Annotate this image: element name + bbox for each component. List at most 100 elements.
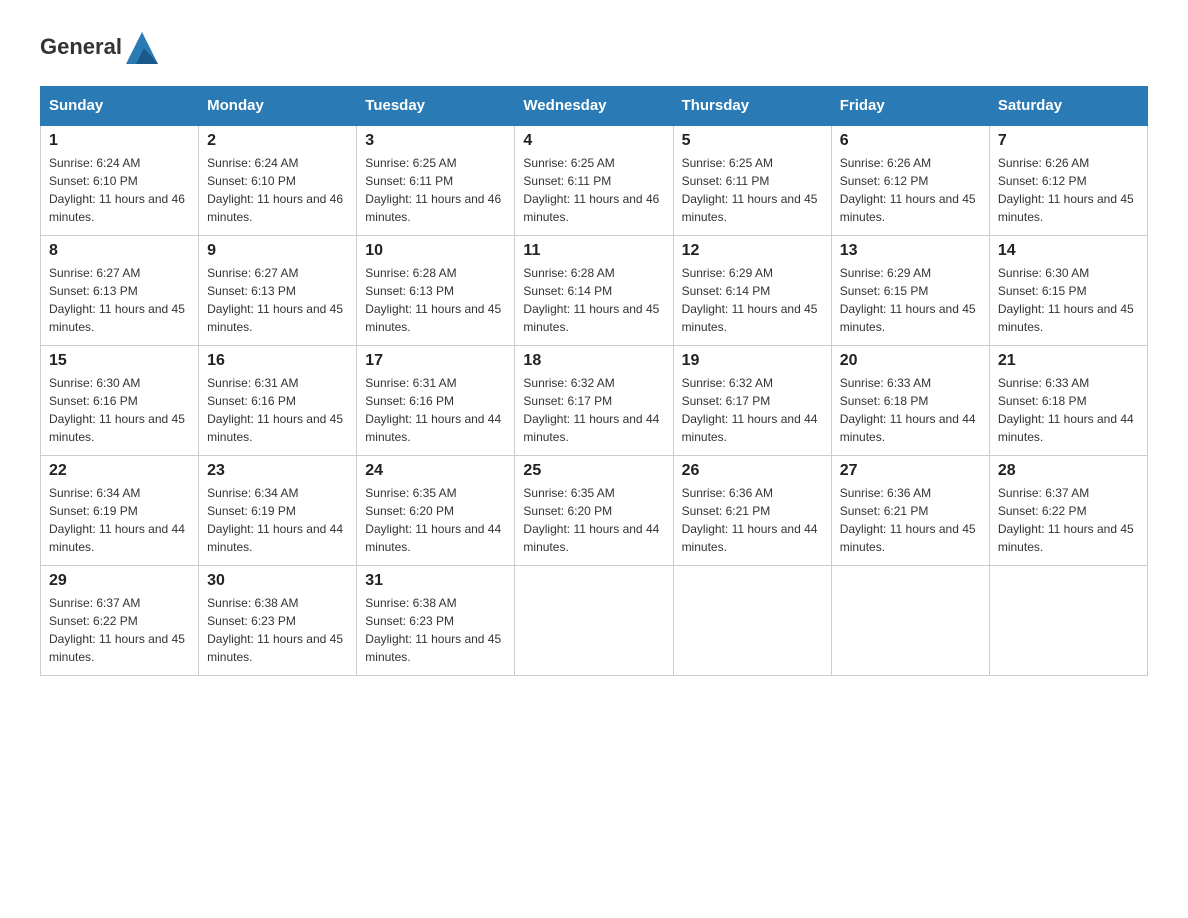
header-tuesday: Tuesday <box>357 87 515 126</box>
day-number: 2 <box>207 132 348 150</box>
calendar-cell: 3 Sunrise: 6:25 AM Sunset: 6:11 PM Dayli… <box>357 125 515 235</box>
day-number: 15 <box>49 352 190 370</box>
calendar-cell: 18 Sunrise: 6:32 AM Sunset: 6:17 PM Dayl… <box>515 345 673 455</box>
calendar-cell: 23 Sunrise: 6:34 AM Sunset: 6:19 PM Dayl… <box>199 455 357 565</box>
day-info: Sunrise: 6:31 AM Sunset: 6:16 PM Dayligh… <box>365 374 506 446</box>
day-info: Sunrise: 6:31 AM Sunset: 6:16 PM Dayligh… <box>207 374 348 446</box>
day-number: 1 <box>49 132 190 150</box>
day-number: 28 <box>998 462 1139 480</box>
day-number: 31 <box>365 572 506 590</box>
day-number: 17 <box>365 352 506 370</box>
day-info: Sunrise: 6:26 AM Sunset: 6:12 PM Dayligh… <box>840 154 981 226</box>
day-number: 20 <box>840 352 981 370</box>
logo-icon <box>124 30 160 66</box>
logo: General <box>40 30 160 66</box>
calendar-cell: 24 Sunrise: 6:35 AM Sunset: 6:20 PM Dayl… <box>357 455 515 565</box>
calendar-cell: 28 Sunrise: 6:37 AM Sunset: 6:22 PM Dayl… <box>989 455 1147 565</box>
calendar-cell: 26 Sunrise: 6:36 AM Sunset: 6:21 PM Dayl… <box>673 455 831 565</box>
day-info: Sunrise: 6:27 AM Sunset: 6:13 PM Dayligh… <box>49 264 190 336</box>
day-info: Sunrise: 6:37 AM Sunset: 6:22 PM Dayligh… <box>49 594 190 666</box>
day-number: 19 <box>682 352 823 370</box>
day-number: 11 <box>523 242 664 260</box>
calendar-header-row: SundayMondayTuesdayWednesdayThursdayFrid… <box>41 87 1148 126</box>
calendar-cell: 19 Sunrise: 6:32 AM Sunset: 6:17 PM Dayl… <box>673 345 831 455</box>
day-info: Sunrise: 6:37 AM Sunset: 6:22 PM Dayligh… <box>998 484 1139 556</box>
calendar-cell <box>831 565 989 675</box>
header-thursday: Thursday <box>673 87 831 126</box>
day-number: 3 <box>365 132 506 150</box>
day-number: 10 <box>365 242 506 260</box>
calendar-cell: 20 Sunrise: 6:33 AM Sunset: 6:18 PM Dayl… <box>831 345 989 455</box>
header-friday: Friday <box>831 87 989 126</box>
day-info: Sunrise: 6:25 AM Sunset: 6:11 PM Dayligh… <box>682 154 823 226</box>
calendar-cell: 29 Sunrise: 6:37 AM Sunset: 6:22 PM Dayl… <box>41 565 199 675</box>
day-number: 29 <box>49 572 190 590</box>
day-info: Sunrise: 6:34 AM Sunset: 6:19 PM Dayligh… <box>207 484 348 556</box>
day-number: 12 <box>682 242 823 260</box>
calendar-cell: 10 Sunrise: 6:28 AM Sunset: 6:13 PM Dayl… <box>357 235 515 345</box>
day-number: 14 <box>998 242 1139 260</box>
day-info: Sunrise: 6:38 AM Sunset: 6:23 PM Dayligh… <box>207 594 348 666</box>
calendar-cell: 4 Sunrise: 6:25 AM Sunset: 6:11 PM Dayli… <box>515 125 673 235</box>
calendar-cell: 17 Sunrise: 6:31 AM Sunset: 6:16 PM Dayl… <box>357 345 515 455</box>
calendar-cell: 31 Sunrise: 6:38 AM Sunset: 6:23 PM Dayl… <box>357 565 515 675</box>
day-info: Sunrise: 6:25 AM Sunset: 6:11 PM Dayligh… <box>365 154 506 226</box>
day-info: Sunrise: 6:27 AM Sunset: 6:13 PM Dayligh… <box>207 264 348 336</box>
day-info: Sunrise: 6:33 AM Sunset: 6:18 PM Dayligh… <box>998 374 1139 446</box>
calendar-cell: 1 Sunrise: 6:24 AM Sunset: 6:10 PM Dayli… <box>41 125 199 235</box>
calendar-week-row: 29 Sunrise: 6:37 AM Sunset: 6:22 PM Dayl… <box>41 565 1148 675</box>
day-info: Sunrise: 6:32 AM Sunset: 6:17 PM Dayligh… <box>682 374 823 446</box>
calendar-cell <box>515 565 673 675</box>
header-saturday: Saturday <box>989 87 1147 126</box>
calendar-cell: 14 Sunrise: 6:30 AM Sunset: 6:15 PM Dayl… <box>989 235 1147 345</box>
day-number: 25 <box>523 462 664 480</box>
day-info: Sunrise: 6:35 AM Sunset: 6:20 PM Dayligh… <box>365 484 506 556</box>
day-info: Sunrise: 6:32 AM Sunset: 6:17 PM Dayligh… <box>523 374 664 446</box>
day-number: 18 <box>523 352 664 370</box>
calendar-cell: 11 Sunrise: 6:28 AM Sunset: 6:14 PM Dayl… <box>515 235 673 345</box>
calendar-cell: 27 Sunrise: 6:36 AM Sunset: 6:21 PM Dayl… <box>831 455 989 565</box>
calendar-week-row: 1 Sunrise: 6:24 AM Sunset: 6:10 PM Dayli… <box>41 125 1148 235</box>
day-number: 7 <box>998 132 1139 150</box>
day-info: Sunrise: 6:30 AM Sunset: 6:15 PM Dayligh… <box>998 264 1139 336</box>
day-number: 8 <box>49 242 190 260</box>
calendar-cell: 6 Sunrise: 6:26 AM Sunset: 6:12 PM Dayli… <box>831 125 989 235</box>
header-sunday: Sunday <box>41 87 199 126</box>
calendar-cell: 21 Sunrise: 6:33 AM Sunset: 6:18 PM Dayl… <box>989 345 1147 455</box>
calendar-cell <box>673 565 831 675</box>
calendar-week-row: 22 Sunrise: 6:34 AM Sunset: 6:19 PM Dayl… <box>41 455 1148 565</box>
day-info: Sunrise: 6:36 AM Sunset: 6:21 PM Dayligh… <box>682 484 823 556</box>
header-wednesday: Wednesday <box>515 87 673 126</box>
day-number: 22 <box>49 462 190 480</box>
calendar-week-row: 8 Sunrise: 6:27 AM Sunset: 6:13 PM Dayli… <box>41 235 1148 345</box>
day-info: Sunrise: 6:33 AM Sunset: 6:18 PM Dayligh… <box>840 374 981 446</box>
calendar-cell: 15 Sunrise: 6:30 AM Sunset: 6:16 PM Dayl… <box>41 345 199 455</box>
day-info: Sunrise: 6:30 AM Sunset: 6:16 PM Dayligh… <box>49 374 190 446</box>
calendar-cell: 25 Sunrise: 6:35 AM Sunset: 6:20 PM Dayl… <box>515 455 673 565</box>
calendar-cell: 13 Sunrise: 6:29 AM Sunset: 6:15 PM Dayl… <box>831 235 989 345</box>
day-info: Sunrise: 6:29 AM Sunset: 6:14 PM Dayligh… <box>682 264 823 336</box>
day-info: Sunrise: 6:25 AM Sunset: 6:11 PM Dayligh… <box>523 154 664 226</box>
day-number: 5 <box>682 132 823 150</box>
calendar-cell <box>989 565 1147 675</box>
day-info: Sunrise: 6:34 AM Sunset: 6:19 PM Dayligh… <box>49 484 190 556</box>
day-info: Sunrise: 6:38 AM Sunset: 6:23 PM Dayligh… <box>365 594 506 666</box>
calendar-cell: 2 Sunrise: 6:24 AM Sunset: 6:10 PM Dayli… <box>199 125 357 235</box>
day-info: Sunrise: 6:36 AM Sunset: 6:21 PM Dayligh… <box>840 484 981 556</box>
header-monday: Monday <box>199 87 357 126</box>
day-info: Sunrise: 6:24 AM Sunset: 6:10 PM Dayligh… <box>207 154 348 226</box>
calendar-cell: 16 Sunrise: 6:31 AM Sunset: 6:16 PM Dayl… <box>199 345 357 455</box>
calendar-cell: 9 Sunrise: 6:27 AM Sunset: 6:13 PM Dayli… <box>199 235 357 345</box>
day-info: Sunrise: 6:35 AM Sunset: 6:20 PM Dayligh… <box>523 484 664 556</box>
calendar-cell: 12 Sunrise: 6:29 AM Sunset: 6:14 PM Dayl… <box>673 235 831 345</box>
day-number: 16 <box>207 352 348 370</box>
day-number: 9 <box>207 242 348 260</box>
day-number: 6 <box>840 132 981 150</box>
day-info: Sunrise: 6:24 AM Sunset: 6:10 PM Dayligh… <box>49 154 190 226</box>
calendar-table: SundayMondayTuesdayWednesdayThursdayFrid… <box>40 86 1148 676</box>
day-number: 23 <box>207 462 348 480</box>
calendar-week-row: 15 Sunrise: 6:30 AM Sunset: 6:16 PM Dayl… <box>41 345 1148 455</box>
day-info: Sunrise: 6:29 AM Sunset: 6:15 PM Dayligh… <box>840 264 981 336</box>
calendar-cell: 22 Sunrise: 6:34 AM Sunset: 6:19 PM Dayl… <box>41 455 199 565</box>
calendar-cell: 30 Sunrise: 6:38 AM Sunset: 6:23 PM Dayl… <box>199 565 357 675</box>
